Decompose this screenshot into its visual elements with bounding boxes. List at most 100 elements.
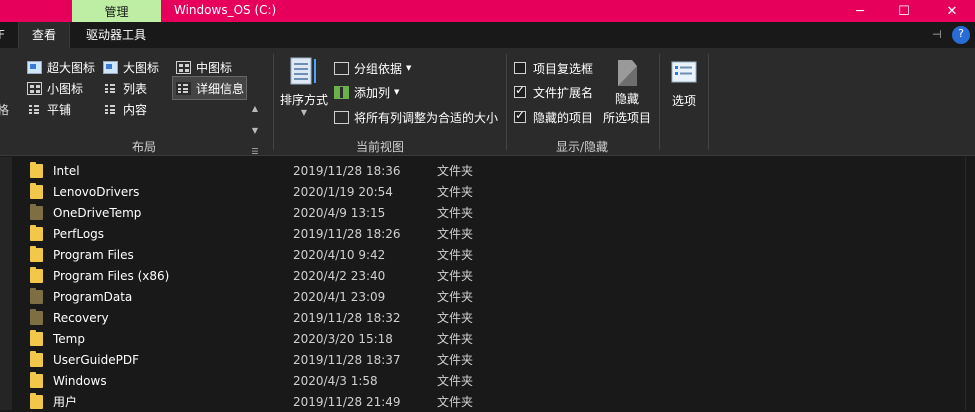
table-row[interactable]: PerfLogs 2019/11/28 18:26 文件夹: [30, 223, 490, 244]
table-row[interactable]: Program Files 2020/4/10 9:42 文件夹: [30, 244, 490, 265]
file-modified-date: 2020/3/20 15:18: [293, 331, 393, 346]
view-small-label: 小图标: [47, 81, 84, 96]
table-row[interactable]: Recovery 2019/11/28 18:32 文件夹: [30, 307, 490, 328]
sort-by-icon: [290, 57, 316, 85]
gallery-up-icon[interactable]: ▲: [252, 104, 258, 113]
file-extensions-label: 文件扩展名: [533, 85, 594, 100]
tab-drive-tools[interactable]: 驱动器工具: [86, 22, 166, 48]
separator: [506, 54, 507, 150]
file-modified-date: 2019/11/28 18:36: [293, 163, 401, 178]
sort-by-label: 排序方式: [279, 93, 328, 107]
sort-dropdown-icon: ▼: [300, 108, 308, 117]
file-type: 文件夹: [437, 395, 474, 409]
file-type: 文件夹: [437, 332, 474, 346]
close-button[interactable]: ✕: [929, 0, 975, 22]
navigation-pane[interactable]: [0, 157, 12, 410]
file-type: 文件夹: [437, 206, 474, 220]
add-column-icon: [334, 85, 349, 99]
item-checkboxes-label: 项目复选框: [533, 61, 594, 76]
add-column-dropdown-icon: ▼: [394, 88, 400, 96]
file-type: 文件夹: [437, 311, 474, 325]
file-extensions-toggle[interactable]: 文件扩展名: [514, 83, 593, 101]
view-list-label: 列表: [123, 81, 148, 96]
list-icon: [103, 81, 118, 95]
fit-columns-button[interactable]: 将所有列调整为合适的大小: [334, 108, 498, 126]
view-small-icons[interactable]: 小图标: [27, 79, 83, 97]
ribbon-panel: 格 超大图标 大图标 中图标 小图标 列表 详细信息 平铺 内容 ▲ ▼ ☰ 布…: [0, 48, 975, 156]
file-extensions-checkbox[interactable]: [514, 83, 526, 98]
content-icon: [103, 102, 118, 116]
sort-by-button[interactable]: 排序方式 ▼: [278, 56, 330, 117]
tab-manage[interactable]: 管理: [72, 0, 161, 22]
help-icon[interactable]: ?: [952, 26, 970, 44]
file-name: Temp: [53, 331, 85, 346]
file-type: 文件夹: [437, 269, 474, 283]
view-extra-large-icons[interactable]: 超大图标: [27, 58, 95, 76]
vertical-scrollbar[interactable]: [965, 157, 975, 410]
folder-icon: [30, 266, 43, 283]
table-row[interactable]: Intel 2019/11/28 18:36 文件夹: [30, 160, 490, 181]
view-large-icons[interactable]: 大图标: [103, 58, 159, 76]
file-name: UserGuidePDF: [53, 352, 139, 367]
hidden-items-toggle[interactable]: 隐藏的项目: [514, 108, 593, 126]
separator: [659, 54, 660, 150]
separator: [273, 54, 274, 150]
file-name: ProgramData: [53, 289, 133, 304]
file-name: OneDriveTemp: [53, 205, 142, 220]
view-large-label: 大图标: [123, 60, 160, 75]
pin-ribbon-icon[interactable]: ⊣: [932, 22, 946, 48]
hide-selected-button[interactable]: 隐藏 所选项目: [601, 58, 653, 126]
folder-icon: [30, 350, 43, 367]
hide-selected-label-1: 隐藏: [614, 92, 639, 106]
maximize-button[interactable]: ☐: [881, 0, 927, 22]
hidden-items-label: 隐藏的项目: [533, 110, 594, 125]
view-list[interactable]: 列表: [103, 79, 147, 97]
file-type: 文件夹: [437, 290, 474, 304]
tab-view[interactable]: 查看: [18, 22, 70, 48]
layout-partial-label: 格: [0, 102, 10, 117]
view-details[interactable]: 详细信息: [172, 76, 247, 100]
small-icons-icon: [27, 81, 42, 95]
view-medium-label: 中图标: [196, 60, 233, 75]
file-modified-date: 2019/11/28 18:26: [293, 226, 401, 241]
view-content[interactable]: 内容: [103, 100, 147, 118]
table-row[interactable]: Program Files (x86) 2020/4/2 23:40 文件夹: [30, 265, 490, 286]
folder-icon: [30, 203, 43, 220]
tab-file-partial[interactable]: F: [0, 22, 8, 48]
view-tiles[interactable]: 平铺: [27, 100, 71, 118]
item-checkboxes-toggle[interactable]: 项目复选框: [514, 59, 593, 77]
add-column-button[interactable]: 添加列 ▼: [334, 83, 399, 101]
hidden-items-checkbox[interactable]: [514, 108, 526, 123]
file-modified-date: 2019/11/28 21:49: [293, 394, 401, 409]
show-hide-group-label: 显示/隐藏: [555, 140, 609, 154]
file-modified-date: 2020/4/1 23:09: [293, 289, 386, 304]
folder-icon: [30, 224, 43, 241]
file-type: 文件夹: [437, 227, 474, 241]
file-name: PerfLogs: [53, 226, 105, 241]
table-row[interactable]: LenovoDrivers 2020/1/19 20:54 文件夹: [30, 181, 490, 202]
table-row[interactable]: UserGuidePDF 2019/11/28 18:37 文件夹: [30, 349, 490, 370]
layout-gallery-scroll[interactable]: ▲ ▼ ☰: [249, 104, 261, 156]
table-row[interactable]: Windows 2020/4/3 1:58 文件夹: [30, 370, 490, 391]
gallery-more-icon[interactable]: ☰: [251, 147, 258, 156]
options-button[interactable]: 选项: [663, 60, 705, 109]
fit-columns-icon: [334, 110, 349, 124]
table-row[interactable]: OneDriveTemp 2020/4/9 13:15 文件夹: [30, 202, 490, 223]
file-name: Intel: [53, 163, 80, 178]
gallery-down-icon[interactable]: ▼: [252, 126, 258, 135]
minimize-button[interactable]: ─: [837, 0, 883, 22]
item-checkboxes-checkbox[interactable]: [514, 62, 526, 74]
details-icon: [176, 81, 191, 95]
file-type: 文件夹: [437, 164, 474, 178]
view-medium-icons[interactable]: 中图标: [176, 58, 232, 76]
hide-selected-label-2: 所选项目: [602, 111, 651, 125]
add-column-label: 添加列: [354, 85, 391, 100]
view-details-label: 详细信息: [196, 81, 245, 96]
file-name: Program Files: [53, 247, 134, 262]
table-row[interactable]: 用户 2019/11/28 21:49 文件夹: [30, 391, 490, 412]
folder-icon: [30, 245, 43, 262]
table-row[interactable]: Temp 2020/3/20 15:18 文件夹: [30, 328, 490, 349]
table-row[interactable]: ProgramData 2020/4/1 23:09 文件夹: [30, 286, 490, 307]
file-modified-date: 2020/4/9 13:15: [293, 205, 386, 220]
group-by-button[interactable]: 分组依据 ▼: [334, 59, 411, 77]
